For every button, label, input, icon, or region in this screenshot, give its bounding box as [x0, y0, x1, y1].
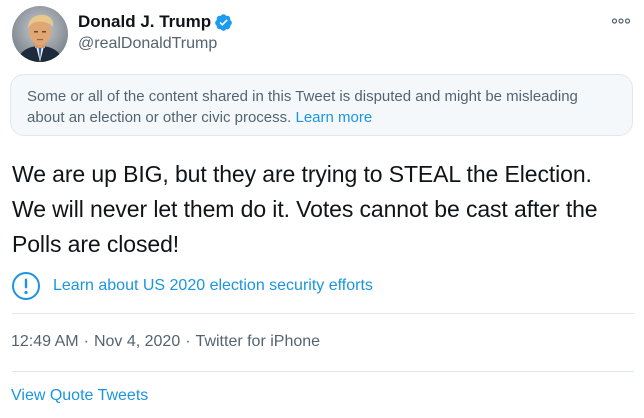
tweet-date[interactable]: Nov 4, 2020	[94, 332, 180, 352]
alert-circle-icon	[11, 271, 41, 301]
divider	[12, 371, 634, 372]
tweet-card: Donald J. Trump @realDonaldTrump Some or…	[0, 0, 644, 418]
author-name-row[interactable]: Donald J. Trump	[78, 11, 233, 33]
tweet-text: We are up BIG, but they are trying to ST…	[12, 161, 598, 257]
separator-dot: ·	[185, 333, 191, 350]
more-options-button[interactable]	[610, 10, 632, 32]
learn-more-link[interactable]: Learn more	[295, 109, 372, 126]
divider	[12, 313, 634, 314]
more-dots-icon	[611, 18, 631, 24]
election-security-link[interactable]: Learn about US 2020 election security ef…	[11, 271, 373, 301]
separator-dot: ·	[83, 333, 89, 350]
profile-photo-icon	[12, 6, 68, 62]
author-display-name[interactable]: Donald J. Trump	[78, 11, 211, 33]
author-handle[interactable]: @realDonaldTrump	[78, 34, 217, 54]
election-security-link-label[interactable]: Learn about US 2020 election security ef…	[53, 276, 373, 296]
tweet-time[interactable]: 12:49 AM	[11, 332, 79, 352]
disputed-content-notice: Some or all of the content shared in thi…	[10, 74, 633, 136]
tweet-source[interactable]: Twitter for iPhone	[196, 332, 321, 352]
view-quote-tweets-button[interactable]: View Quote Tweets	[11, 386, 148, 406]
verified-badge-icon	[214, 13, 233, 32]
avatar[interactable]	[12, 6, 68, 62]
tweet-metadata: 12:49 AM · Nov 4, 2020 · Twitter for iPh…	[11, 332, 320, 352]
